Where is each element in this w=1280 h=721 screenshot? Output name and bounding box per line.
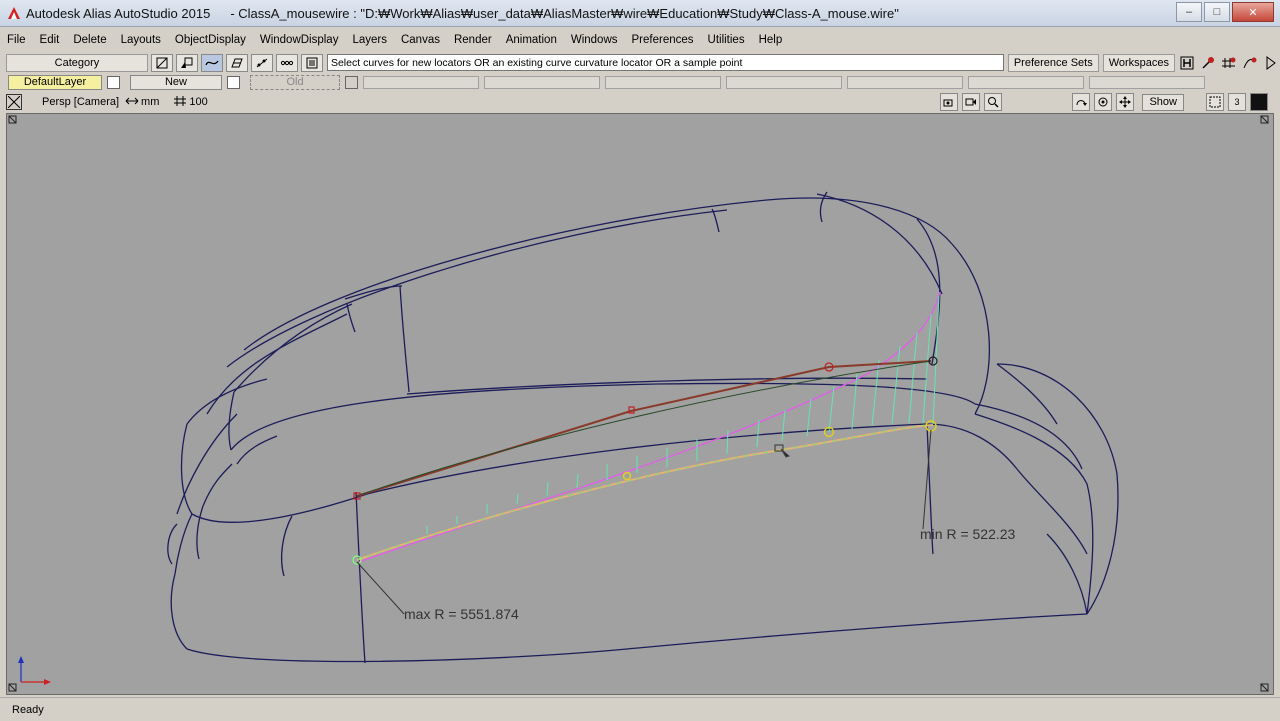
- menu-delete[interactable]: Delete: [66, 34, 113, 46]
- app-title: Autodesk Alias AutoStudio 2015: [26, 5, 211, 21]
- curvature-envelope: [358, 291, 941, 563]
- pick-object-icon[interactable]: [175, 53, 198, 72]
- camera-label: Persp [Camera]: [42, 96, 120, 108]
- status-text: Ready: [12, 703, 44, 716]
- menu-animation[interactable]: Animation: [499, 34, 564, 46]
- expand-arrow-icon[interactable]: [1262, 55, 1280, 71]
- document-title: - ClassA_mousewire : "D:₩Work₩Alias₩user…: [230, 5, 899, 21]
- old-layer-checkbox[interactable]: [345, 75, 358, 89]
- unit-label: mm: [141, 96, 160, 108]
- video-camera-icon[interactable]: [962, 93, 981, 111]
- quad-view-count[interactable]: 3: [1228, 93, 1246, 111]
- menu-layouts[interactable]: Layouts: [114, 34, 168, 46]
- viewport-close-icon[interactable]: [6, 94, 22, 110]
- default-layer-checkbox[interactable]: [107, 75, 120, 89]
- camera-icon[interactable]: [940, 93, 959, 111]
- alias-logo-icon: [6, 5, 22, 21]
- tool-row: Category Select curves for new locators …: [0, 53, 1280, 72]
- magnet-icon[interactable]: [1199, 55, 1217, 71]
- layer-slot[interactable]: [363, 75, 479, 89]
- layer-bar: DefaultLayer New Old: [0, 74, 1280, 90]
- u-marker: [622, 471, 632, 481]
- title-bar: Autodesk Alias AutoStudio 2015 - ClassA_…: [0, 0, 1280, 27]
- new-layer-button[interactable]: New: [130, 74, 222, 90]
- prompt-line: Select curves for new locators OR an exi…: [326, 54, 1004, 71]
- curvature-comb: [426, 295, 940, 534]
- measure-arrow-icon: [125, 96, 139, 108]
- status-bar: Ready: [0, 697, 1280, 721]
- max-radius-label: max R = 5551.874: [404, 606, 519, 622]
- category-dropdown[interactable]: Category: [6, 53, 148, 72]
- menu-objectdisplay[interactable]: ObjectDisplay: [168, 34, 253, 46]
- pan-icon[interactable]: [1116, 93, 1135, 111]
- wireframe-canvas[interactable]: min R = 522.23 max R = 5551.874: [7, 114, 1273, 694]
- menu-edit[interactable]: Edit: [33, 34, 67, 46]
- menu-windowdisplay[interactable]: WindowDisplay: [253, 34, 346, 46]
- maximize-button[interactable]: □: [1204, 2, 1230, 22]
- minimize-button[interactable]: –: [1176, 2, 1202, 22]
- show-button[interactable]: Show: [1142, 93, 1184, 111]
- preference-sets-button[interactable]: Preference Sets: [1007, 53, 1099, 72]
- layer-slot[interactable]: [605, 75, 721, 89]
- layer-slot[interactable]: [484, 75, 600, 89]
- axis-indicator-icon: [18, 656, 51, 685]
- menu-windows[interactable]: Windows: [564, 34, 625, 46]
- menu-render[interactable]: Render: [447, 34, 499, 46]
- curve-snap-icon[interactable]: [1241, 55, 1259, 71]
- perspective-viewport[interactable]: min R = 522.23 max R = 5551.874: [6, 113, 1274, 695]
- grid-toggle-icon[interactable]: [1206, 93, 1224, 111]
- zoom-icon[interactable]: [984, 93, 1003, 111]
- curve-tool-icon[interactable]: [200, 53, 223, 72]
- prompt-history-icon[interactable]: [300, 53, 323, 72]
- default-layer[interactable]: DefaultLayer: [8, 74, 102, 90]
- layer-slot[interactable]: [726, 75, 842, 89]
- close-button[interactable]: ✕: [1232, 2, 1274, 22]
- menu-utilities[interactable]: Utilities: [701, 34, 752, 46]
- pick-nothing-icon[interactable]: [150, 53, 173, 72]
- h-shelf-icon[interactable]: [1178, 55, 1196, 71]
- grid-size-icon: [173, 95, 187, 110]
- new-layer-checkbox[interactable]: [227, 75, 240, 89]
- layer-slot[interactable]: [847, 75, 963, 89]
- min-radius-label: min R = 522.23: [920, 526, 1016, 542]
- menu-bar: File Edit Delete Layouts ObjectDisplay W…: [0, 28, 1280, 52]
- grid-snap-icon[interactable]: [1220, 55, 1238, 71]
- viewport-header: Persp [Camera] mm 100 Show 3: [6, 92, 1274, 112]
- menu-canvas[interactable]: Canvas: [394, 34, 447, 46]
- old-layer[interactable]: Old: [250, 74, 340, 90]
- menu-layers[interactable]: Layers: [345, 34, 394, 46]
- grid-size-label: 100: [189, 96, 208, 108]
- cv-tool-icon[interactable]: [250, 53, 273, 72]
- tumble-icon[interactable]: [1072, 93, 1091, 111]
- layer-slot[interactable]: [1089, 75, 1205, 89]
- surface-tool-icon[interactable]: [225, 53, 248, 72]
- workspaces-button[interactable]: Workspaces: [1102, 53, 1176, 72]
- menu-preferences[interactable]: Preferences: [625, 34, 701, 46]
- more-tools-icon[interactable]: [275, 53, 298, 72]
- layer-slot[interactable]: [968, 75, 1084, 89]
- shade-toggle-icon[interactable]: [1250, 93, 1268, 111]
- menu-file[interactable]: File: [0, 34, 33, 46]
- menu-help[interactable]: Help: [752, 34, 790, 46]
- dolly-icon[interactable]: [1094, 93, 1113, 111]
- mouse-wireframe: [167, 191, 1119, 664]
- sample-curve: [356, 424, 934, 561]
